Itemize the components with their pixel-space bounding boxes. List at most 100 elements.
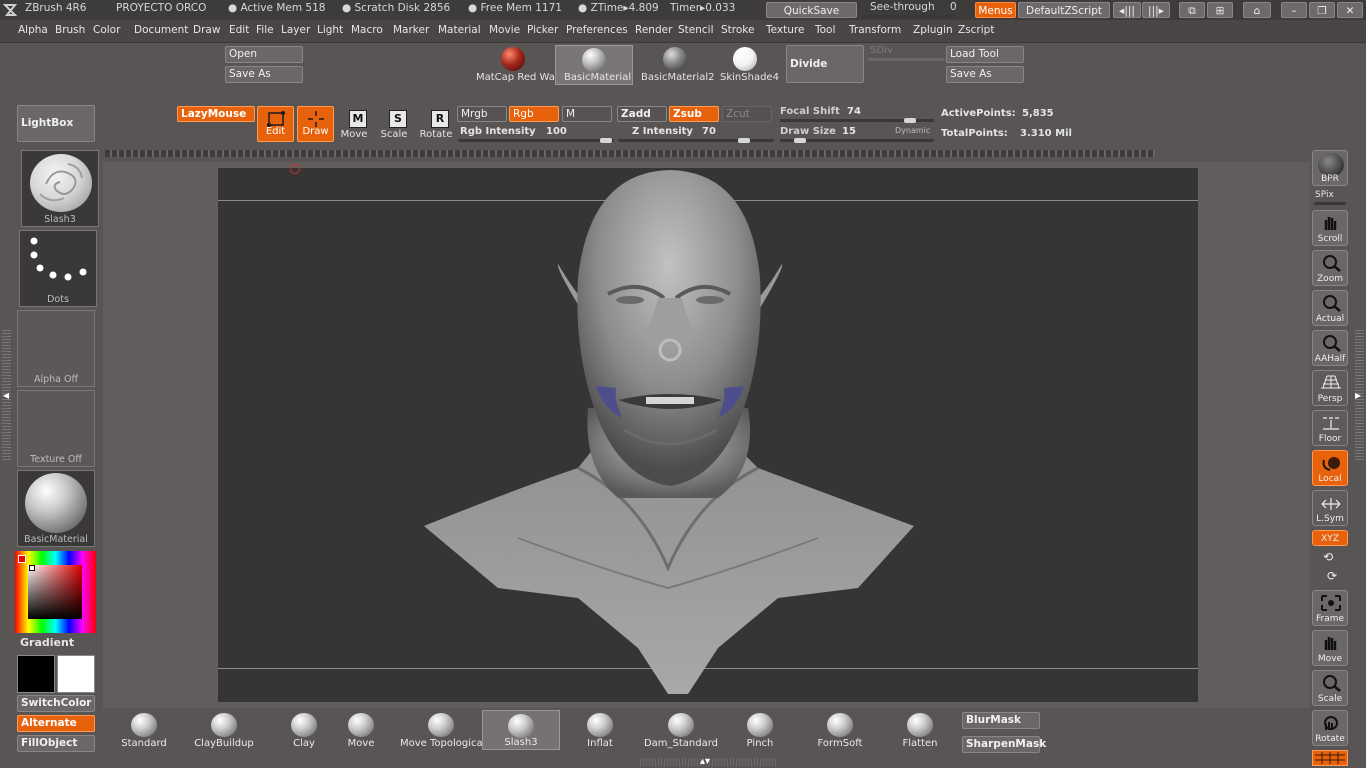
primary-color-swatch[interactable] xyxy=(17,655,55,693)
zsub-button[interactable]: Zsub xyxy=(669,106,719,122)
menu-render[interactable]: Render xyxy=(635,24,672,36)
orc-head-model[interactable] xyxy=(218,168,1198,702)
menu-material[interactable]: Material xyxy=(438,24,481,36)
z-intensity-knob[interactable] xyxy=(738,138,750,143)
menu-zscript[interactable]: Zscript xyxy=(958,24,994,36)
zoom-button[interactable]: Zoom xyxy=(1312,250,1348,286)
window-tile-icon[interactable]: ⊞ xyxy=(1207,2,1233,18)
m-button[interactable]: M xyxy=(562,106,612,122)
fill-object-button[interactable]: FillObject xyxy=(17,735,95,752)
see-through-slider[interactable] xyxy=(862,15,954,18)
scale-mode-button[interactable]: S Scale xyxy=(377,106,411,142)
alpha-thumbnail[interactable]: Alpha Off xyxy=(17,310,95,387)
grid-toggle-icon[interactable] xyxy=(1312,750,1348,766)
material-skinshade4[interactable]: SkinShade4 xyxy=(716,45,780,85)
default-zscript-button[interactable]: DefaultZScript xyxy=(1018,2,1110,18)
menu-stroke[interactable]: Stroke xyxy=(721,24,754,36)
secondary-color-swatch[interactable] xyxy=(57,655,95,693)
rotate-z-axis-icon[interactable]: ⟳ xyxy=(1327,569,1337,583)
menu-transform[interactable]: Transform xyxy=(849,24,901,36)
persp-button[interactable]: Persp xyxy=(1312,370,1348,406)
local-button[interactable]: Local xyxy=(1312,450,1348,486)
menu-stencil[interactable]: Stencil xyxy=(678,24,714,36)
stroke-thumbnail[interactable]: Dots xyxy=(19,230,97,307)
menu-picker[interactable]: Picker xyxy=(527,24,558,36)
load-tool-button[interactable]: Load Tool xyxy=(946,46,1024,63)
brush-claybuildup[interactable]: ClayBuildup xyxy=(186,710,262,750)
window-layout-icon[interactable]: ⧉ xyxy=(1179,2,1205,18)
draw-button[interactable]: Draw xyxy=(297,106,334,142)
scroll-button[interactable]: Scroll xyxy=(1312,210,1348,246)
menu-texture[interactable]: Texture xyxy=(766,24,804,36)
frame-button[interactable]: Frame xyxy=(1312,590,1348,626)
material-thumbnail[interactable]: BasicMaterial xyxy=(17,470,95,547)
move-view-button[interactable]: Move xyxy=(1312,630,1348,666)
draw-size-knob[interactable] xyxy=(794,138,806,143)
menu-color[interactable]: Color xyxy=(93,24,120,36)
quicksave-button[interactable]: QuickSave xyxy=(766,2,857,18)
menu-draw[interactable]: Draw xyxy=(193,24,220,36)
edit-button[interactable]: Edit xyxy=(257,106,294,142)
color-picker[interactable] xyxy=(15,551,96,633)
menu-macro[interactable]: Macro xyxy=(351,24,383,36)
brush-move-topological[interactable]: Move Topological xyxy=(400,710,485,750)
zcut-button[interactable]: Zcut xyxy=(722,106,772,122)
collapse-right-icon[interactable]: ▸ xyxy=(1355,388,1361,402)
rgb-intensity-knob[interactable] xyxy=(600,138,612,143)
brush-thumbnail[interactable]: Slash3 xyxy=(21,150,99,227)
open-button[interactable]: Open xyxy=(225,46,303,63)
menu-zplugin[interactable]: Zplugin xyxy=(913,24,953,36)
spix-slider[interactable] xyxy=(1314,202,1346,205)
xyz-button[interactable]: XYZ xyxy=(1312,530,1348,546)
rgb-button[interactable]: Rgb xyxy=(509,106,559,122)
zadd-button[interactable]: Zadd xyxy=(617,106,667,122)
rotate-view-button[interactable]: Rotate xyxy=(1312,710,1348,746)
brush-pinch[interactable]: Pinch xyxy=(722,710,798,750)
rotate-y-axis-icon[interactable]: ⟲ xyxy=(1323,550,1333,564)
color-marker[interactable] xyxy=(29,565,35,571)
collapse-left-icon[interactable]: ◂ xyxy=(3,388,9,402)
material-basicmaterial2[interactable]: BasicMaterial2 xyxy=(636,45,714,85)
brush-formsoft[interactable]: FormSoft xyxy=(802,710,878,750)
collapse-bottom-icon[interactable]: ▴▾ xyxy=(700,756,710,767)
sdiv-slider[interactable] xyxy=(868,58,944,61)
blur-mask-button[interactable]: BlurMask xyxy=(962,712,1040,729)
texture-thumbnail[interactable]: Texture Off xyxy=(17,390,95,467)
rotate-mode-button[interactable]: R Rotate xyxy=(418,106,454,142)
scroll-right-icon[interactable]: |||▸ xyxy=(1142,2,1170,18)
sharpen-mask-button[interactable]: SharpenMask xyxy=(962,736,1046,753)
aahalf-button[interactable]: AAHalf xyxy=(1312,330,1348,366)
menu-brush[interactable]: Brush xyxy=(55,24,85,36)
brush-slash3[interactable]: Slash3 xyxy=(482,710,560,750)
rgb-intensity-slider[interactable] xyxy=(458,139,614,142)
menu-tool[interactable]: Tool xyxy=(815,24,835,36)
dynamic-button[interactable]: Dynamic xyxy=(895,126,930,135)
menu-movie[interactable]: Movie xyxy=(489,24,520,36)
brush-clay[interactable]: Clay xyxy=(266,710,342,750)
menu-edit[interactable]: Edit xyxy=(229,24,249,36)
focal-shift-knob[interactable] xyxy=(904,118,916,123)
divide-button[interactable]: Divide xyxy=(786,45,864,83)
hue-marker[interactable] xyxy=(18,555,26,563)
material-matcap-red-wax[interactable]: MatCap Red Wa: xyxy=(474,45,558,85)
menu-layer[interactable]: Layer xyxy=(281,24,310,36)
brush-flatten[interactable]: Flatten xyxy=(882,710,958,750)
brush-move[interactable]: Move xyxy=(346,710,376,750)
brush-inflat[interactable]: Inflat xyxy=(562,710,638,750)
close-icon[interactable]: ✕ xyxy=(1337,2,1363,18)
menu-alpha[interactable]: Alpha xyxy=(18,24,48,36)
material-basicmaterial[interactable]: BasicMaterial xyxy=(555,45,633,85)
switch-color-button[interactable]: SwitchColor xyxy=(17,695,95,712)
save-as-tool-button[interactable]: Save As xyxy=(946,66,1024,83)
menus-button[interactable]: Menus xyxy=(975,2,1016,18)
scale-view-button[interactable]: Scale xyxy=(1312,670,1348,706)
restore-icon[interactable]: ❐ xyxy=(1309,2,1335,18)
sculpt-canvas[interactable] xyxy=(218,164,1198,702)
save-as-button[interactable]: Save As xyxy=(225,66,303,83)
alternate-button[interactable]: Alternate xyxy=(17,715,95,732)
floor-button[interactable]: Floor xyxy=(1312,410,1348,446)
z-intensity-slider[interactable] xyxy=(618,139,774,142)
menu-light[interactable]: Light xyxy=(317,24,343,36)
lazymouse-button[interactable]: LazyMouse xyxy=(177,106,255,122)
actual-button[interactable]: Actual xyxy=(1312,290,1348,326)
